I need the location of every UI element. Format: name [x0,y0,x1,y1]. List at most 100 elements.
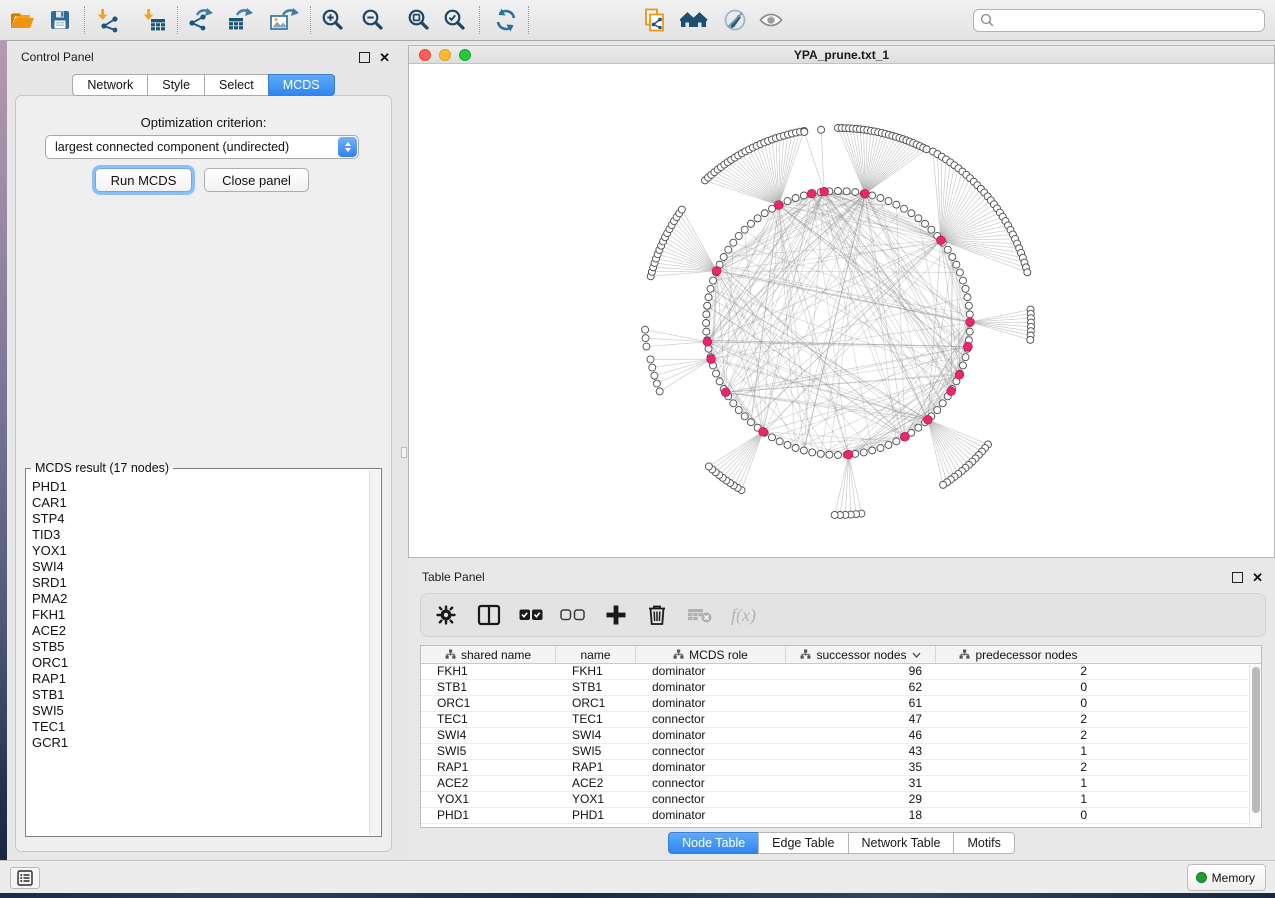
graph-node[interactable] [792,195,799,202]
table-row[interactable]: FKH1FKH1dominator962 [421,664,1248,680]
column-header-successor-nodes[interactable]: successor nodes [786,646,936,663]
graph-node[interactable] [908,210,915,217]
graph-hub-node[interactable] [955,370,964,379]
mcds-result-item[interactable]: STB1 [26,687,368,703]
splitter-handle[interactable] [401,447,407,458]
mcds-result-item[interactable]: SWI5 [26,703,368,719]
graph-node[interactable] [817,450,824,457]
mcds-result-item[interactable]: RAP1 [26,671,368,687]
table-panel-close-icon[interactable]: ✕ [1252,572,1263,583]
graph-hub-node[interactable] [966,318,975,327]
column-header-name[interactable]: name [556,646,636,663]
graph-node[interactable] [713,370,720,377]
graph-node[interactable] [1024,269,1031,276]
network-window-titlebar[interactable]: YPA_prune.txt_1 [409,46,1274,64]
graph-node[interactable] [869,447,876,454]
graph-node[interactable] [966,311,973,318]
graph-node[interactable] [962,354,969,361]
tab-edge-table[interactable]: Edge Table [758,832,847,854]
graph-node[interactable] [653,380,660,387]
graph-node[interactable] [769,434,776,441]
graph-hub-node[interactable] [844,450,853,459]
graph-node[interactable] [818,126,825,133]
table-row[interactable]: RAP1RAP1dominator352 [421,760,1248,776]
graph-node[interactable] [901,205,908,212]
graph-node[interactable] [885,441,892,448]
show-hide-details-button[interactable] [757,6,785,34]
graph-node[interactable] [940,481,947,488]
tab-style[interactable]: Style [147,74,204,96]
mcds-result-item[interactable]: PMA2 [26,591,368,607]
open-file-button[interactable] [8,6,36,34]
graph-node[interactable] [885,198,892,205]
graph-hub-node[interactable] [774,201,783,210]
graph-node[interactable] [944,246,951,253]
graph-node[interactable] [1027,336,1034,343]
table-row[interactable]: STB1STB1dominator620 [421,680,1248,696]
close-panel-button[interactable]: Close panel [204,168,309,192]
graph-node[interactable] [928,226,935,233]
graph-node[interactable] [923,146,930,153]
table-row[interactable]: SWI4SWI4dominator462 [421,728,1248,744]
mcds-result-item[interactable]: SWI4 [26,559,368,575]
export-network-button[interactable] [186,6,214,34]
graph-node[interactable] [776,438,783,445]
mcds-result-scrollbar[interactable] [369,470,380,835]
mcds-result-item[interactable]: TEC1 [26,719,368,735]
tab-select[interactable]: Select [204,74,268,96]
graph-node[interactable] [965,302,972,309]
graph-node[interactable] [893,201,900,208]
graph-hub-node[interactable] [759,427,768,436]
graph-hub-node[interactable] [936,236,945,245]
mcds-result-item[interactable]: TID3 [26,527,368,543]
table-row[interactable]: ORC1ORC1dominator610 [421,696,1248,712]
zoom-out-button[interactable] [359,6,387,34]
control-panel-close-icon[interactable]: ✕ [379,52,390,63]
mcds-result-item[interactable]: STP4 [26,511,368,527]
graph-node[interactable] [643,343,650,350]
graph-node[interactable] [703,311,710,318]
mcds-result-item[interactable]: GCR1 [26,735,368,751]
table-vertical-scrollbar[interactable] [1249,665,1261,826]
graph-node[interactable] [835,188,842,195]
graph-hub-node[interactable] [712,266,721,275]
graph-hub-node[interactable] [963,342,972,351]
graph-node[interactable] [800,447,807,454]
graph-node[interactable] [939,400,946,407]
graph-node[interactable] [710,277,717,284]
graph-node[interactable] [747,220,754,227]
tab-motifs[interactable]: Motifs [953,832,1014,854]
graph-node[interactable] [647,356,654,363]
tab-network-table[interactable]: Network Table [848,832,954,854]
mcds-result-item[interactable]: FKH1 [26,607,368,623]
deselect-all-button[interactable] [560,600,586,630]
graph-node[interactable] [877,444,884,451]
graph-node[interactable] [801,128,808,135]
graph-node[interactable] [835,452,842,459]
graph-node[interactable] [792,444,799,451]
graph-node[interactable] [956,269,963,276]
graph-hub-node[interactable] [923,415,932,424]
graph-node[interactable] [741,413,748,420]
scrollbar-thumb[interactable] [1252,667,1260,813]
graph-hub-node[interactable] [707,355,716,364]
graph-node[interactable] [964,294,971,301]
graph-node[interactable] [703,328,710,335]
graph-node[interactable] [800,192,807,199]
graph-node[interactable] [915,424,922,431]
import-table-button[interactable] [141,6,169,34]
tab-network[interactable]: Network [72,74,147,96]
function-builder-button[interactable]: f(x) [731,600,756,630]
vertical-splitter[interactable] [400,41,408,860]
graph-node[interactable] [707,285,714,292]
mcds-result-item[interactable]: PHD1 [26,479,368,495]
graph-node[interactable] [843,188,850,195]
graph-node[interactable] [949,254,956,261]
tab-node-table[interactable]: Node Table [668,832,758,854]
graph-node[interactable] [922,220,929,227]
graph-node[interactable] [656,388,663,395]
zoom-fit-button[interactable] [405,6,433,34]
run-mcds-button[interactable]: Run MCDS [95,168,192,192]
select-all-button[interactable] [519,600,543,630]
table-row[interactable]: TEC1TEC1connector472 [421,712,1248,728]
